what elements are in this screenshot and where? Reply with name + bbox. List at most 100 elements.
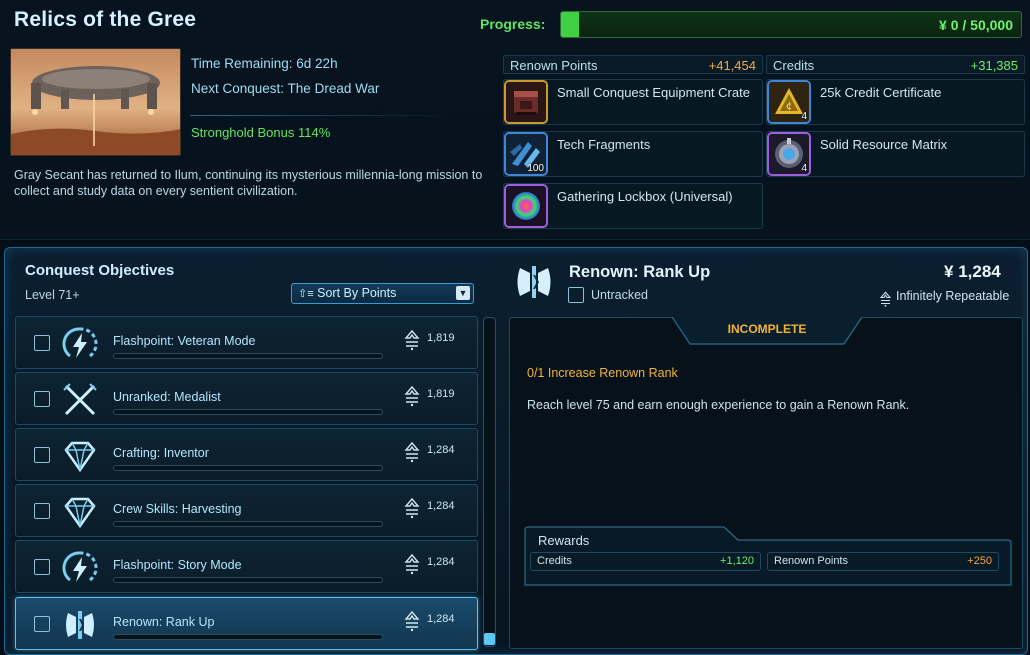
objective-points: 1,819 [427, 388, 455, 400]
credit-certificate-icon: ¢ 4 [767, 80, 811, 124]
track-checkbox[interactable] [568, 287, 584, 303]
renown-icon [66, 611, 94, 639]
objective-progress-bar [113, 409, 383, 415]
sort-label: Sort By Points [317, 286, 397, 300]
objective-points: 1,284 [427, 500, 455, 512]
objective-progress-bar [113, 521, 383, 527]
divider [190, 115, 454, 116]
reward-item-tech-fragments[interactable]: 100 Tech Fragments [503, 131, 763, 177]
conquest-points-icon [404, 441, 420, 463]
event-image [10, 48, 181, 156]
diamond-icon [64, 497, 96, 529]
conquest-points-icon [404, 553, 420, 575]
diamond-icon [64, 441, 96, 473]
credits-value: +31,385 [970, 58, 1018, 73]
objective-row[interactable]: Crew Skills: Harvesting 1,284 [15, 484, 478, 537]
objective-points: 1,284 [427, 613, 455, 625]
objective-progress-bar [113, 465, 383, 471]
renown-icon [517, 266, 551, 298]
objective-name: Crew Skills: Harvesting [113, 502, 242, 516]
scrollbar-thumb[interactable] [484, 633, 495, 645]
track-checkbox[interactable] [34, 447, 50, 463]
conquest-point-icon: ¥ [944, 262, 954, 281]
reward-renown: Renown Points +250 [767, 552, 999, 571]
objective-name: Renown: Rank Up [113, 615, 215, 629]
rewards-title: Rewards [538, 533, 590, 548]
reward-item-name: Small Conquest Equipment Crate [557, 85, 750, 100]
objective-points: 1,284 [427, 444, 455, 456]
renown-points-value: +41,454 [708, 58, 756, 73]
reward-item-resource-matrix[interactable]: 4 Solid Resource Matrix [766, 131, 1025, 177]
objective-progress-bar [113, 577, 383, 583]
repeatable-label: Infinitely Repeatable [896, 289, 1010, 303]
chevron-down-icon[interactable]: ▼ [456, 286, 470, 300]
event-description: Gray Secant has returned to Ilum, contin… [14, 168, 483, 198]
track-checkbox[interactable] [34, 391, 50, 407]
objective-progress-bar [113, 634, 383, 640]
conquest-points-icon [404, 329, 420, 351]
track-checkbox[interactable] [34, 559, 50, 575]
track-checkbox[interactable] [34, 503, 50, 519]
conquest-points-icon [404, 385, 420, 407]
flashpoint-icon [62, 551, 98, 582]
detail-title: Renown: Rank Up [569, 263, 711, 281]
objective-name: Unranked: Medalist [113, 390, 221, 404]
objective-progress-bar [113, 353, 383, 359]
track-checkbox[interactable] [34, 616, 50, 632]
renown-points-header: Renown Points +41,454 [503, 55, 763, 74]
event-title: Relics of the Gree [14, 8, 197, 31]
renown-points-label: Renown Points [510, 58, 598, 73]
reward-item-name: 25k Credit Certificate [820, 85, 942, 100]
lockbox-orb-icon [504, 184, 548, 228]
task-progress: 0/1 Increase Renown Rank [527, 366, 678, 380]
sort-dropdown[interactable]: ⇧≡ Sort By Points ▼ [291, 283, 474, 304]
conquest-points-icon [404, 610, 420, 632]
conquest-points-icon [879, 291, 892, 307]
reward-renown-label: Renown Points [774, 555, 848, 567]
tech-fragments-icon: 100 [504, 132, 548, 176]
stronghold-bonus: Stronghold Bonus 114% [191, 125, 331, 140]
reward-item-name: Tech Fragments [557, 137, 651, 152]
item-count: 4 [801, 111, 807, 122]
objective-points: 1,284 [427, 556, 455, 568]
reward-item-lockbox[interactable]: Gathering Lockbox (Universal) [503, 183, 763, 229]
reward-item-name: Solid Resource Matrix [820, 137, 948, 152]
reward-credits-value: +1,120 [720, 555, 754, 567]
item-count: 100 [527, 163, 544, 174]
resource-matrix-icon: 4 [767, 132, 811, 176]
objectives-title: Conquest Objectives [25, 262, 175, 279]
status-badge: INCOMPLETE [727, 322, 807, 336]
credits-label: Credits [773, 58, 815, 73]
track-status: Untracked [591, 288, 648, 302]
track-checkbox[interactable] [34, 335, 50, 351]
objective-name: Crafting: Inventor [113, 446, 209, 460]
progress-label: Progress: [480, 16, 546, 32]
conquest-points-icon [404, 497, 420, 519]
objectives-level: Level 71+ [25, 288, 80, 302]
objective-row[interactable]: Crafting: Inventor 1,284 [15, 428, 478, 481]
reward-item-crate[interactable]: Small Conquest Equipment Crate [503, 79, 763, 125]
objective-row-selected[interactable]: Renown: Rank Up 1,284 [15, 597, 478, 650]
crossed-swords-icon [63, 383, 97, 416]
reward-renown-value: +250 [967, 555, 992, 567]
credits-header: Credits +31,385 [766, 55, 1025, 74]
sort-icon: ⇧≡ [298, 288, 314, 300]
flashpoint-icon [62, 327, 98, 358]
objective-row[interactable]: Flashpoint: Story Mode 1,284 [15, 540, 478, 593]
time-remaining: Time Remaining: 6d 22h [191, 56, 338, 71]
objective-name: Flashpoint: Veteran Mode [113, 334, 256, 348]
reward-item-name: Gathering Lockbox (Universal) [557, 189, 733, 204]
task-description: Reach level 75 and earn enough experienc… [527, 398, 910, 412]
objective-row[interactable]: Unranked: Medalist 1,819 [15, 372, 478, 425]
detail-points: ¥ 1,284 [944, 262, 1001, 281]
objective-name: Flashpoint: Story Mode [113, 558, 242, 572]
next-conquest: Next Conquest: The Dread War [191, 81, 380, 96]
reward-item-credit-certificate[interactable]: ¢ 4 25k Credit Certificate [766, 79, 1025, 125]
objectives-scrollbar[interactable] [483, 317, 496, 647]
progress-value: ¥ 0 / 50,000 [939, 17, 1013, 33]
progress-bar: ¥ 0 / 50,000 [560, 11, 1022, 38]
objective-row[interactable]: Flashpoint: Veteran Mode 1,819 [15, 316, 478, 369]
reward-credits-label: Credits [537, 555, 572, 567]
progress-bar-fill [561, 12, 580, 37]
item-count: 4 [801, 163, 807, 174]
